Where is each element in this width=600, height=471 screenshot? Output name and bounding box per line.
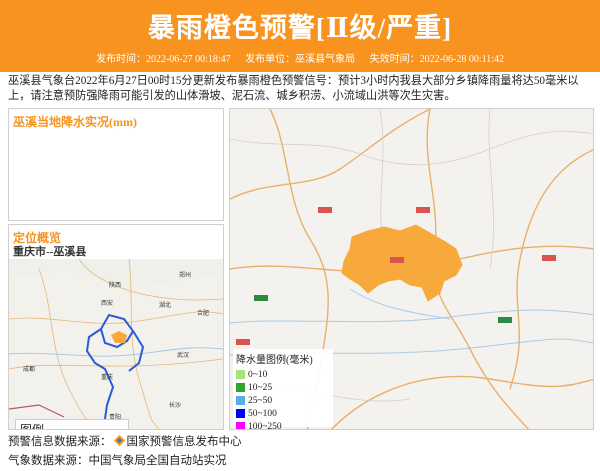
warning-source-line: 预警信息数据来源： 国家预警信息发布中心 xyxy=(8,433,242,449)
rain-observation-panel: 巫溪当地降水实况(mm) xyxy=(8,108,224,221)
rainfall-legend-item: 10~25 xyxy=(236,381,330,394)
swatch-icon xyxy=(236,396,245,405)
warning-source-label: 预警信息数据来源： xyxy=(8,436,112,448)
warning-center-logo-icon xyxy=(113,435,125,446)
place-zhengzhou: 郑州 xyxy=(179,271,191,279)
swatch-icon xyxy=(236,422,245,429)
rainfall-legend-title: 降水量图例(毫米) xyxy=(236,355,313,366)
place-chongqing: 重庆 xyxy=(101,373,113,381)
alert-meta: 发布时间：2022-06-27 00:18:47 发布单位：巫溪县气象局 失效时… xyxy=(0,50,600,68)
warning-area-map[interactable]: 降水量图例(毫米) 0~10 10~25 25~50 50~100 100~25… xyxy=(229,108,594,430)
alert-title: 暴雨橙色预警[Ⅱ级/严重] xyxy=(147,13,453,43)
rainfall-legend-item: 0~10 xyxy=(236,368,330,381)
place-hubei: 湖北 xyxy=(159,301,171,309)
alert-header: 暴雨橙色预警[Ⅱ级/严重] 发布时间：2022-06-27 00:18:47 发… xyxy=(0,0,600,72)
swatch-icon xyxy=(236,383,245,392)
publish-time: 发布时间：2022-06-27 00:18:47 xyxy=(95,54,231,65)
location-subtitle: 重庆市--巫溪县 xyxy=(13,246,87,258)
rainfall-legend-item: 50~100 xyxy=(236,407,330,420)
place-wuhan: 武汉 xyxy=(177,351,189,359)
place-shaanxi: 陕西 xyxy=(109,281,121,289)
rainfall-legend-item: 100~250 xyxy=(236,420,330,429)
weather-source-line: 气象数据来源：中国气象局全国自动站实况 xyxy=(8,455,227,467)
place-hefei: 合肥 xyxy=(197,309,209,317)
overview-map-svg: 陕西 湖北 西安 郑州 合肥 武汉 成都 重庆 长沙 贵阳 xyxy=(9,259,223,429)
rain-panel-title: 巫溪当地降水实况(mm) xyxy=(13,115,137,129)
swatch-icon xyxy=(236,370,245,379)
place-xian: 西安 xyxy=(101,299,113,307)
overview-legend: 图例 国界 省界 xyxy=(15,419,129,429)
place-chengdu: 成都 xyxy=(23,365,35,373)
rainfall-legend: 降水量图例(毫米) 0~10 10~25 25~50 50~100 100~25… xyxy=(233,349,333,429)
swatch-icon xyxy=(236,409,245,418)
place-changsha: 长沙 xyxy=(169,401,181,409)
rainfall-legend-item: 25~50 xyxy=(236,394,330,407)
warning-source-link[interactable]: 国家预警信息发布中心 xyxy=(127,436,242,448)
alert-content: 巫溪县气象台2022年6月27日00时15分更新发布暴雨橙色预警信号：预计3小时… xyxy=(8,75,579,102)
expire-time: 失效时间：2022-06-28 00:11:42 xyxy=(369,54,505,65)
location-overview-panel: 定位概览 重庆市--巫溪县 陕西 湖北 西安 郑州 合肥 武汉 成都 重庆 长沙… xyxy=(8,224,224,430)
publisher: 发布单位：巫溪县气象局 xyxy=(245,54,356,65)
overview-legend-title: 图例 xyxy=(20,421,44,429)
overview-map[interactable]: 陕西 湖北 西安 郑州 合肥 武汉 成都 重庆 长沙 贵阳 图例 国界 省界 xyxy=(9,259,223,429)
